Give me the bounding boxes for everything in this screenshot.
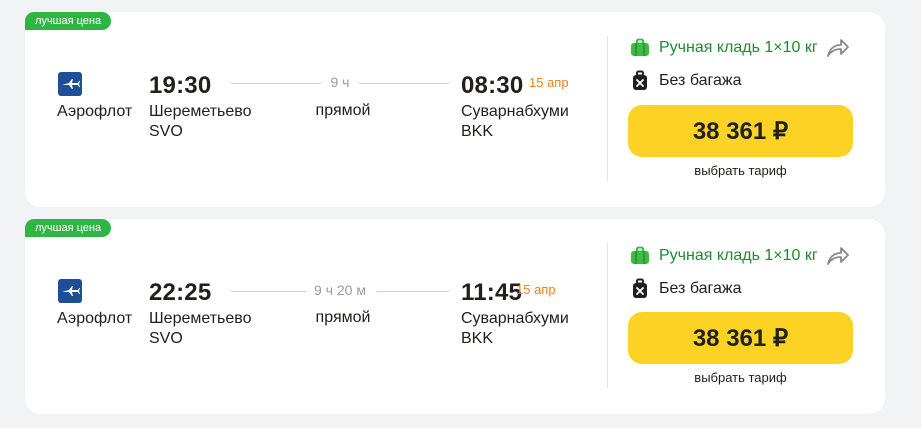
- arrival-code: BKK: [461, 330, 494, 347]
- price-button[interactable]: 38 361 ₽: [628, 105, 853, 157]
- baggage-info: Без багажа: [629, 70, 742, 92]
- hand-luggage-info: Ручная кладь 1×10 кг: [629, 245, 818, 267]
- arrival-date: 15 апр: [529, 75, 569, 90]
- arrival-date: 15 апр: [516, 282, 556, 297]
- flight-duration: 9 ч: [330, 74, 350, 90]
- stops-info: прямой: [315, 309, 371, 326]
- choose-tariff-link[interactable]: выбрать тариф: [628, 163, 853, 178]
- route-line-left: [231, 83, 321, 84]
- baggage-label: Без багажа: [659, 72, 742, 89]
- airline-name: Аэрофлот: [57, 310, 133, 327]
- route-line-left: [231, 291, 306, 292]
- arrival-time: 11:45: [461, 279, 523, 306]
- stops-info: прямой: [315, 102, 371, 119]
- departure-airport: Шереметьево: [149, 310, 252, 327]
- baggage-info: Без багажа: [629, 278, 742, 300]
- arrival-code: BKK: [461, 123, 494, 140]
- share-arrow-icon[interactable]: [825, 245, 851, 267]
- departure-code: SVO: [149, 330, 183, 347]
- green-suitcase-icon: [629, 37, 651, 59]
- share-arrow-icon[interactable]: [825, 37, 851, 59]
- best-price-badge: лучшая цена: [25, 12, 112, 30]
- hand-luggage-label: Ручная кладь 1×10 кг: [659, 247, 818, 264]
- aeroflot-logo-icon: [58, 279, 82, 303]
- divider: [607, 36, 608, 181]
- divider: [607, 243, 608, 388]
- route-line-right: [359, 83, 449, 84]
- departure-code: SVO: [149, 123, 183, 140]
- best-price-badge: лучшая цена: [25, 219, 112, 237]
- baggage-label: Без багажа: [659, 280, 742, 297]
- arrival-airport: Суварнабхуми: [461, 103, 569, 120]
- choose-tariff-link[interactable]: выбрать тариф: [628, 370, 853, 385]
- no-baggage-icon: [629, 70, 651, 92]
- departure-time: 22:25: [149, 279, 212, 306]
- airline-name: Аэрофлот: [57, 103, 133, 120]
- flight-duration: 9 ч 20 м: [314, 282, 366, 298]
- departure-airport: Шереметьево: [149, 103, 252, 120]
- departure-time: 19:30: [149, 72, 212, 99]
- hand-luggage-info: Ручная кладь 1×10 кг: [629, 37, 818, 59]
- aeroflot-logo-icon: [58, 72, 82, 96]
- arrival-airport: Суварнабхуми: [461, 310, 569, 327]
- no-baggage-icon: [629, 278, 651, 300]
- green-suitcase-icon: [629, 245, 651, 267]
- hand-luggage-label: Ручная кладь 1×10 кг: [659, 39, 818, 56]
- flight-card[interactable]: лучшая цена Аэрофлот 19:30 Шереметьево S…: [25, 12, 885, 207]
- arrival-time: 08:30: [461, 72, 524, 99]
- price-button[interactable]: 38 361 ₽: [628, 312, 853, 364]
- flight-card[interactable]: лучшая цена Аэрофлот 22:25 Шереметьево S…: [25, 219, 885, 414]
- route-line-right: [377, 291, 449, 292]
